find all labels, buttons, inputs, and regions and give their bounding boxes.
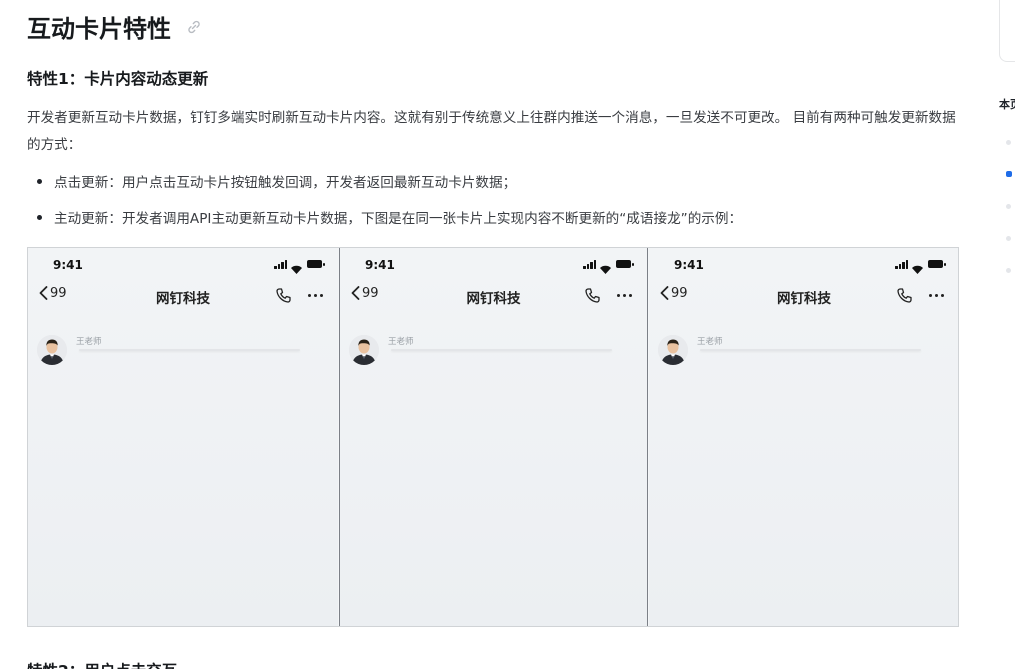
toc-dot[interactable]	[1006, 236, 1011, 241]
phone-screen: 9:41 99 网钉科技 王老师	[649, 248, 958, 626]
wifi-icon	[600, 259, 611, 274]
sender-avatar[interactable]	[658, 335, 688, 365]
bullet-dot	[37, 215, 42, 220]
more-icon[interactable]	[617, 294, 633, 298]
bullet-text: 点击更新：用户点击互动卡片按钮触发回调，开发者返回最新互动卡片数据；	[54, 175, 517, 191]
toc-dot[interactable]	[1006, 268, 1011, 273]
toc-label: 本页	[999, 98, 1015, 111]
status-time: 9:41	[365, 258, 395, 272]
sender-name: 王老师	[388, 337, 414, 347]
chat-header: 99 网钉科技	[340, 284, 647, 310]
intro-paragraph: 开发者更新互动卡片数据，钉钉多端实时刷新互动卡片内容。这就有别于传统意义上往群内…	[27, 110, 956, 153]
bullet-text: 主动更新：开发者调用API主动更新互动卡片数据，下图是在同一张卡片上实现内容不断…	[54, 211, 743, 227]
chat-header: 99 网钉科技	[28, 284, 338, 310]
phone-screen: 9:41 99 网钉科技 王老师	[28, 248, 338, 626]
status-bar: 9:41	[53, 258, 325, 274]
phone-call-icon[interactable]	[275, 287, 292, 308]
more-icon[interactable]	[308, 294, 324, 298]
wifi-icon	[912, 259, 923, 274]
sender-avatar[interactable]	[37, 335, 67, 365]
signal-icon	[583, 260, 597, 269]
toc-dot[interactable]	[1006, 204, 1011, 209]
phone-call-icon[interactable]	[896, 287, 913, 308]
phone-call-icon[interactable]	[584, 287, 601, 308]
chat-header: 99 网钉科技	[649, 284, 958, 310]
battery-icon	[307, 260, 325, 268]
sidebar-panel	[999, 0, 1015, 62]
interactive-card: 群接龙 大家一起来玩成语接龙，题目是 一马当先 王老师发起，已有4人参加 2小红…	[700, 349, 921, 351]
toc-dot[interactable]	[1006, 140, 1011, 145]
phone-screen: 9:41 99 网钉科技 王老师	[339, 248, 648, 626]
status-bar: 9:41	[365, 258, 634, 274]
battery-icon	[928, 260, 946, 268]
sender-name: 王老师	[697, 337, 723, 347]
signal-icon	[274, 260, 288, 269]
more-icon[interactable]	[929, 294, 945, 298]
signal-icon	[895, 260, 909, 269]
interactive-card: 群接龙 大家一起来玩成语接龙，题目是 一马当先 王老师发起，已有1人参加 1小明…	[79, 349, 300, 351]
section-2-title: 特性2：用户点击交互	[27, 659, 177, 669]
bullet-item-1: 点击更新：用户点击互动卡片按钮触发回调，开发者返回最新互动卡片数据；	[37, 171, 516, 191]
interactive-card: 群接龙 大家一起来玩成语接龙，题目是 一马当先 王老师发起，已有2人参加 1小明…	[391, 349, 612, 351]
sender-avatar[interactable]	[349, 335, 379, 365]
bullet-item-2: 主动更新：开发者调用API主动更新互动卡片数据，下图是在同一张卡片上实现内容不断…	[37, 207, 742, 227]
status-time: 9:41	[53, 258, 83, 272]
page-title: 互动卡片特性	[27, 9, 203, 44]
toc-dot-active[interactable]	[1006, 171, 1012, 177]
showcase-image: 9:41 99 网钉科技 王老师 9:41 99 网钉科技 王老师 9:41 9…	[27, 247, 959, 627]
sender-name: 王老师	[76, 337, 102, 347]
status-bar: 9:41	[674, 258, 946, 274]
anchor-link-icon[interactable]	[185, 14, 203, 42]
page-title-text: 互动卡片特性	[27, 15, 171, 43]
battery-icon	[616, 260, 634, 268]
status-time: 9:41	[674, 258, 704, 272]
section-1-title: 特性1：卡片内容动态更新	[27, 70, 209, 88]
bullet-dot	[37, 179, 42, 184]
wifi-icon	[291, 259, 302, 274]
